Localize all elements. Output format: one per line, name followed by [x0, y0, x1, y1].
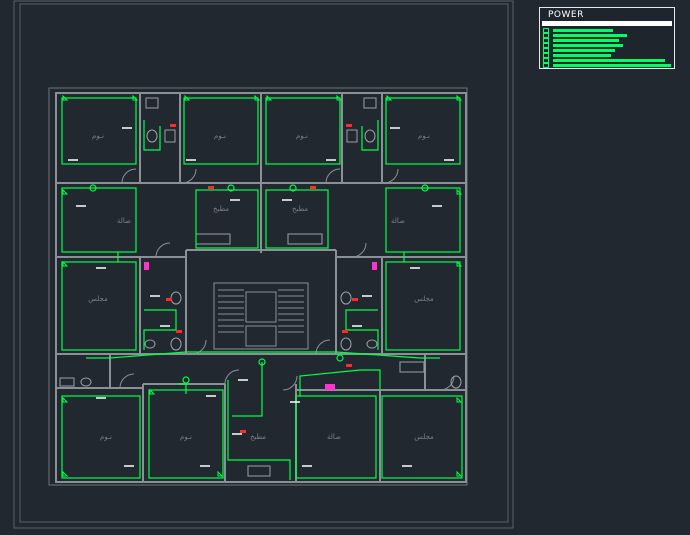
room-label-bed-4: نـوم	[418, 132, 430, 140]
legend-row	[542, 38, 672, 43]
legend-row	[542, 33, 672, 38]
room-label-bed-2: نـوم	[214, 132, 226, 140]
room-label-bed-3: نـوم	[296, 132, 308, 140]
outer-frame	[13, 0, 514, 529]
legend-row	[542, 53, 672, 58]
legend-title: POWER	[548, 10, 584, 20]
inner-frame	[19, 3, 509, 523]
legend-header-bar	[542, 21, 672, 26]
outlet-symbol-icon	[543, 63, 549, 68]
room-label-bed-1: نـوم	[92, 132, 104, 140]
floor-plan-drawing	[13, 0, 514, 529]
room-label-hall-3: صالة	[327, 433, 341, 441]
legend-row	[542, 63, 672, 68]
room-label-majlis-2: مجلس	[414, 295, 434, 303]
room-label-majlis-3: مجلس	[414, 433, 434, 441]
legend-row	[542, 48, 672, 53]
legend-row	[542, 43, 672, 48]
room-label-bed-6: نـوم	[180, 433, 192, 441]
legend-row	[542, 58, 672, 63]
room-label-hall-2: صالة	[391, 217, 405, 225]
room-label-kitchen-3: مطبخ	[249, 433, 267, 441]
room-label-majlis-1: مجلس	[88, 295, 108, 303]
staircase	[213, 282, 309, 350]
room-label-kitchen-2: مطبخ	[291, 205, 309, 213]
legend-row	[542, 28, 672, 33]
room-label-bed-5: نـوم	[100, 433, 112, 441]
room-label-hall-1: صالة	[117, 217, 131, 225]
legend-box: POWER	[539, 7, 675, 69]
walls	[55, 92, 467, 483]
room-label-kitchen-1: مطبخ	[212, 205, 230, 213]
